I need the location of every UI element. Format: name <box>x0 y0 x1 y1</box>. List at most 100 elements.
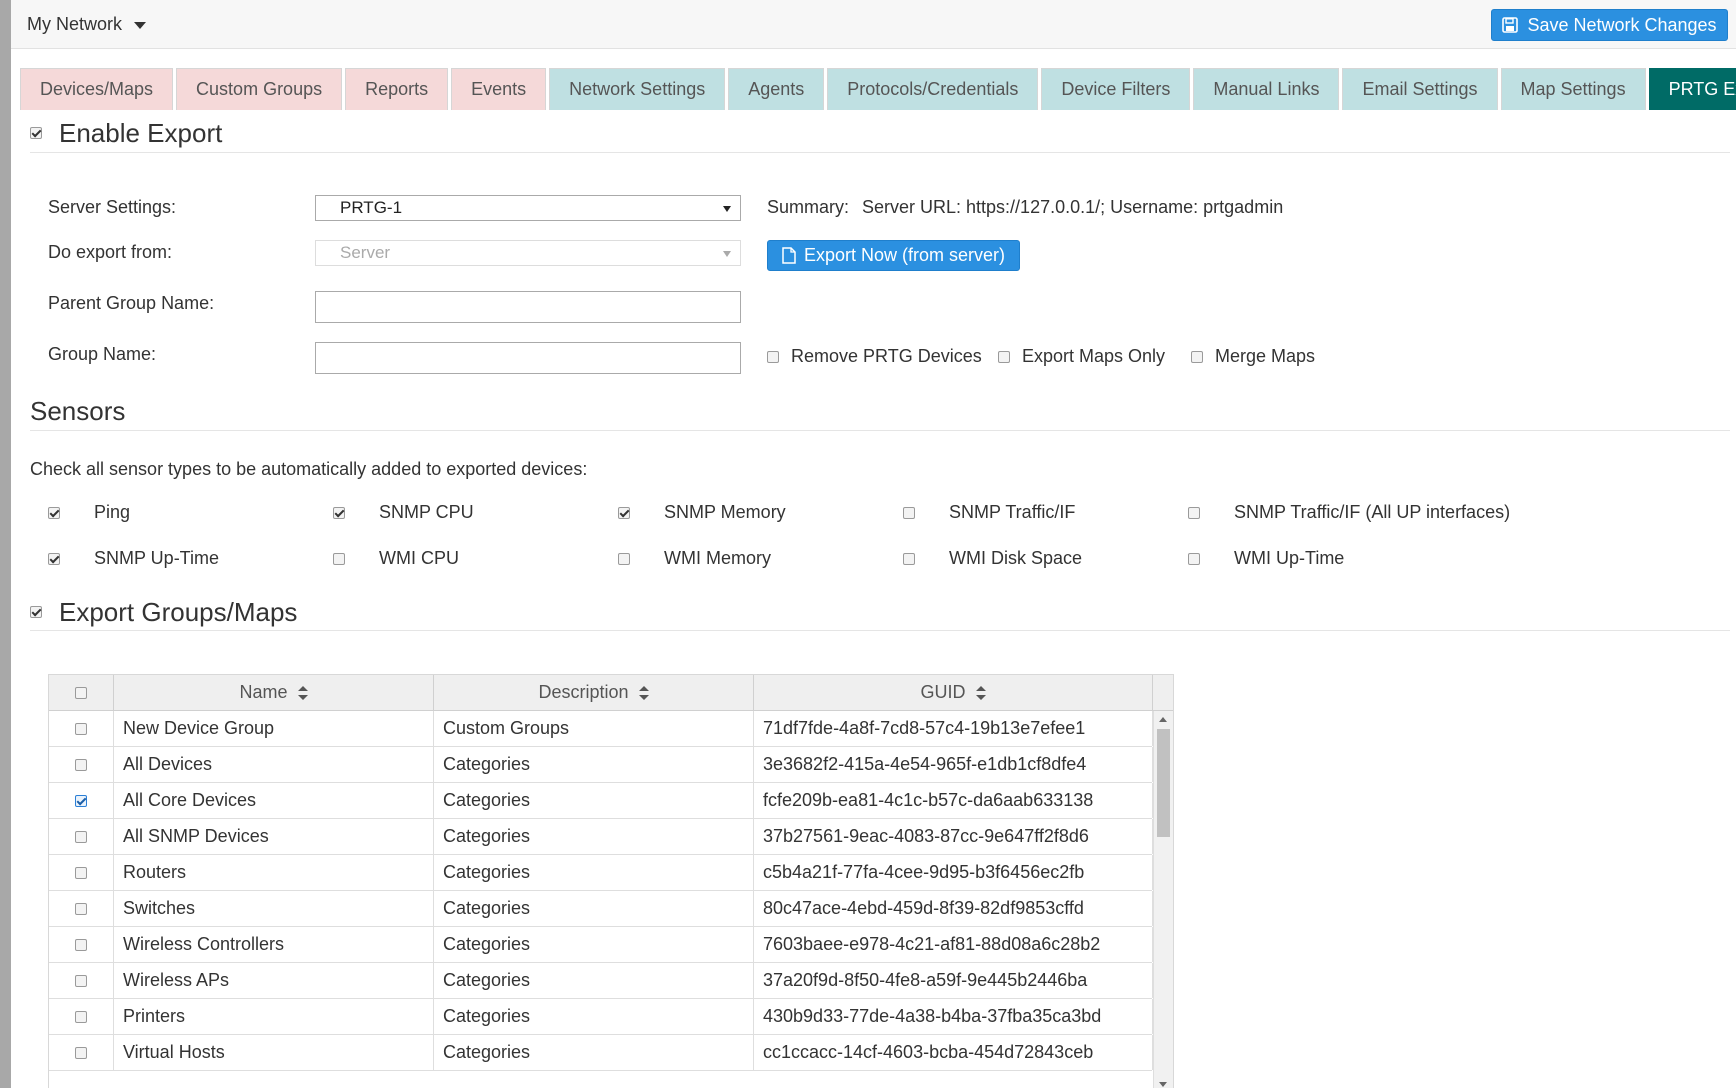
sensors-instruction: Check all sensor types to be automatical… <box>30 459 588 479</box>
table-row[interactable]: New Device Group Custom Groups 71df7fde-4a… <box>49 711 1153 747</box>
tab-devices-maps[interactable]: Devices/Maps <box>20 68 174 110</box>
tab-bar: Devices/Maps Custom Groups Reports Events Ne… <box>20 68 1736 110</box>
network-menu-label: My Network <box>27 14 123 34</box>
vertical-scrollbar[interactable] <box>1153 711 1173 1088</box>
scroll-thumb[interactable] <box>1157 729 1170 837</box>
sensor-wmi-memory[interactable]: WMI Memory <box>618 548 771 569</box>
cell-guid: fcfe209b-ea81-4c1c-b57c-da6aab633138 <box>754 783 1153 818</box>
table-header: Name Description GUID <box>49 675 1173 711</box>
tab-email-settings[interactable]: Email Settings <box>1342 68 1498 110</box>
sensor-checkbox[interactable] <box>618 506 630 519</box>
tab-manual-links[interactable]: Manual Links <box>1193 68 1340 110</box>
sensor-snmp-traffic-if[interactable]: SNMP Traffic/IF <box>903 502 1075 523</box>
cell-guid: 7603baee-e978-4c21-af81-88d08a6c28b2 <box>754 927 1153 962</box>
sensor-snmp-cpu[interactable]: SNMP CPU <box>333 502 474 523</box>
merge-maps-checkbox[interactable] <box>1191 350 1203 363</box>
option-export-maps-only[interactable]: Export Maps Only <box>998 346 1165 367</box>
document-icon <box>782 247 796 264</box>
export-maps-only-checkbox[interactable] <box>998 350 1010 363</box>
sensor-checkbox[interactable] <box>903 552 915 565</box>
row-checkbox[interactable] <box>75 758 87 771</box>
parent-group-name-input[interactable] <box>315 291 741 323</box>
table-row[interactable]: Virtual Hosts Categories cc1ccacc-14cf-460… <box>49 1035 1153 1071</box>
scroll-down-icon[interactable] <box>1159 1082 1167 1087</box>
table-row[interactable]: Routers Categories c5b4a21f-77fa-4cee-9d95… <box>49 855 1153 891</box>
sensor-ping[interactable]: Ping <box>48 502 130 523</box>
app-frame: My Network Save Network Changes Devices/… <box>0 0 1736 1088</box>
sensor-snmp-memory[interactable]: SNMP Memory <box>618 502 786 523</box>
sensor-wmi-cpu[interactable]: WMI CPU <box>333 548 459 569</box>
enable-export-checkbox[interactable] <box>30 127 42 139</box>
row-select-cell <box>49 999 114 1034</box>
export-groups-checkbox[interactable] <box>30 606 42 618</box>
tab-protocols-credentials[interactable]: Protocols/Credentials <box>827 68 1039 110</box>
row-checkbox[interactable] <box>75 974 87 987</box>
sensor-checkbox[interactable] <box>333 506 345 519</box>
tab-custom-groups[interactable]: Custom Groups <box>176 68 343 110</box>
remove-prtg-devices-checkbox[interactable] <box>767 350 779 363</box>
sensor-checkbox[interactable] <box>1188 506 1200 519</box>
sensor-label: SNMP Traffic/IF (All UP interfaces) <box>1234 502 1511 522</box>
row-checkbox[interactable] <box>75 866 87 879</box>
table-row[interactable]: Wireless APs Categories 37a20f9d-8f50-4fe8… <box>49 963 1153 999</box>
table-row[interactable]: All SNMP Devices Categories 37b27561-9eac-… <box>49 819 1153 855</box>
table-row[interactable]: Printers Categories 430b9d33-77de-4a38-b4b… <box>49 999 1153 1035</box>
sensor-wmi-up-time[interactable]: WMI Up-Time <box>1188 548 1344 569</box>
do-export-from-select[interactable]: Server <box>315 240 741 266</box>
sensors-header: Sensors <box>30 392 1730 431</box>
server-settings-value: PRTG-1 <box>340 198 403 217</box>
select-all-checkbox[interactable] <box>75 686 87 699</box>
cell-description: Categories <box>434 927 754 962</box>
table-row[interactable]: Wireless Controllers Categories 7603baee-e… <box>49 927 1153 963</box>
server-settings-select[interactable]: PRTG-1 <box>315 195 741 221</box>
sensor-wmi-disk-space[interactable]: WMI Disk Space <box>903 548 1082 569</box>
scroll-up-icon[interactable] <box>1159 717 1167 722</box>
column-header-description[interactable]: Description <box>434 675 754 710</box>
row-checkbox[interactable] <box>75 1010 87 1023</box>
column-header-guid[interactable]: GUID <box>754 675 1153 710</box>
row-checkbox[interactable] <box>75 902 87 915</box>
export-now-button[interactable]: Export Now (from server) <box>767 240 1020 271</box>
sensor-checkbox[interactable] <box>1188 552 1200 565</box>
option-remove-prtg-devices[interactable]: Remove PRTG Devices <box>767 346 982 367</box>
group-name-input[interactable] <box>315 342 741 374</box>
row-checkbox[interactable] <box>75 1046 87 1059</box>
option-merge-maps[interactable]: Merge Maps <box>1191 346 1315 367</box>
row-checkbox[interactable] <box>75 722 87 735</box>
sensor-label: SNMP Memory <box>664 502 786 522</box>
sensor-checkbox[interactable] <box>618 552 630 565</box>
sensor-label: WMI Disk Space <box>949 548 1083 568</box>
row-checkbox[interactable] <box>75 938 87 951</box>
cell-name: Printers <box>114 999 434 1034</box>
sensor-checkbox[interactable] <box>48 506 60 519</box>
sensor-checkbox[interactable] <box>48 552 60 565</box>
save-network-changes-button[interactable]: Save Network Changes <box>1491 9 1728 41</box>
table-row[interactable]: Switches Categories 80c47ace-4ebd-459d-8f3… <box>49 891 1153 927</box>
sensor-snmp-traffic-if-all-up-interfaces-[interactable]: SNMP Traffic/IF (All UP interfaces) <box>1188 502 1510 523</box>
sensor-checkbox[interactable] <box>903 506 915 519</box>
tab-agents[interactable]: Agents <box>728 68 825 110</box>
row-select-cell <box>49 855 114 890</box>
tab-network-settings[interactable]: Network Settings <box>549 68 726 110</box>
table-row[interactable]: All Devices Categories 3e3682f2-415a-4e54-… <box>49 747 1153 783</box>
sensor-checkbox[interactable] <box>333 552 345 565</box>
sensor-label: WMI Memory <box>664 548 771 568</box>
tab-events[interactable]: Events <box>451 68 547 110</box>
column-header-name[interactable]: Name <box>114 675 434 710</box>
tab-reports[interactable]: Reports <box>345 68 449 110</box>
row-select-cell <box>49 819 114 854</box>
tab-map-settings[interactable]: Map Settings <box>1500 68 1646 110</box>
row-checkbox[interactable] <box>75 794 87 807</box>
table-row[interactable]: All Core Devices Categories fcfe209b-ea81-… <box>49 783 1153 819</box>
sensor-label: SNMP CPU <box>379 502 474 522</box>
tab-prtg-export[interactable]: PRTG Export <box>1648 68 1736 110</box>
cell-guid: cc1ccacc-14cf-4603-bcba-454d72843ceb <box>754 1035 1153 1070</box>
sensor-snmp-up-time[interactable]: SNMP Up-Time <box>48 548 219 569</box>
network-menu[interactable]: My Network <box>27 11 147 37</box>
row-select-cell <box>49 1035 114 1070</box>
cell-description: Categories <box>434 963 754 998</box>
row-checkbox[interactable] <box>75 830 87 843</box>
row-select-cell <box>49 927 114 962</box>
tab-device-filters[interactable]: Device Filters <box>1041 68 1191 110</box>
cell-name: Routers <box>114 855 434 890</box>
